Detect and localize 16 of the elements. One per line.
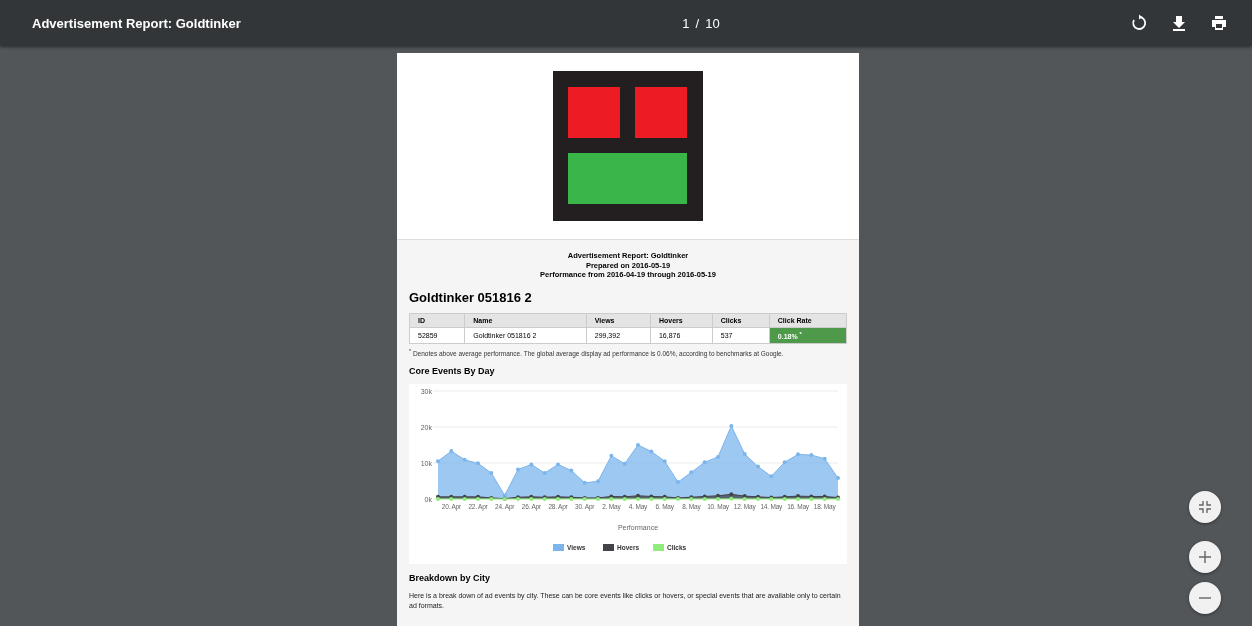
plus-icon: [1198, 550, 1212, 564]
zoom-in-button[interactable]: [1189, 541, 1221, 573]
section-title: Core Events By Day: [409, 366, 496, 376]
fit-page-button[interactable]: [1189, 491, 1221, 523]
page-separator: /: [695, 15, 700, 31]
rotate-icon[interactable]: [1130, 14, 1148, 32]
section-title: Breakdown by City: [409, 573, 492, 583]
page-count: 10: [705, 15, 720, 31]
campaign-title: Goldtinker 051816 2: [409, 289, 533, 305]
page-number[interactable]: 1: [682, 15, 690, 31]
logo-icon: [553, 71, 703, 221]
download-icon[interactable]: [1170, 14, 1188, 32]
print-icon[interactable]: [1210, 14, 1228, 32]
document-title: Advertisement Report: Goldtinker: [32, 15, 242, 31]
zoom-out-button[interactable]: [1189, 582, 1221, 614]
shrink-icon: [1198, 500, 1212, 514]
